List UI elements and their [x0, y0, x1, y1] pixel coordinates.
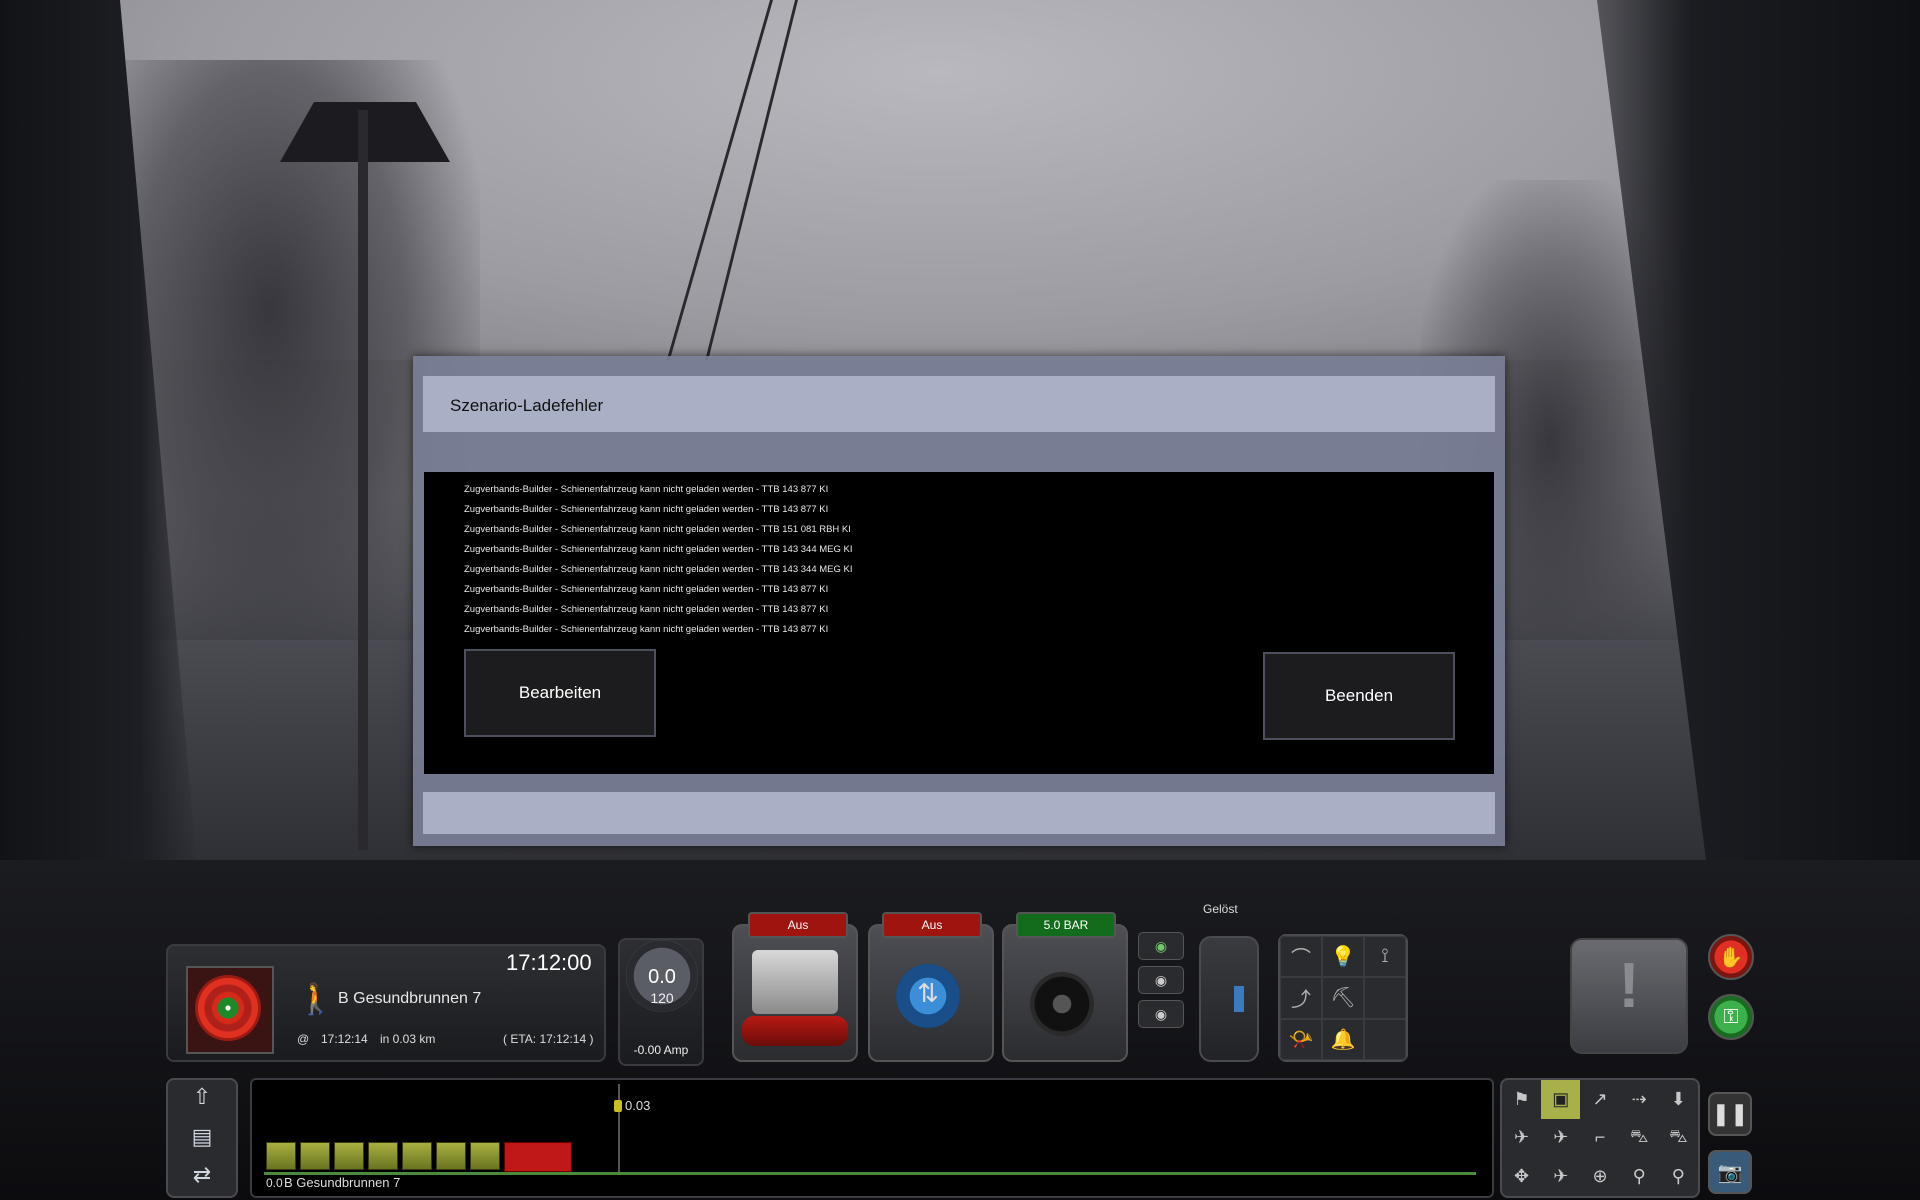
- map-pin-alt-icon[interactable]: ⚲: [1659, 1157, 1698, 1196]
- light-icon[interactable]: 💡: [1322, 936, 1364, 978]
- clock: 17:12:00: [506, 950, 592, 975]
- cab-controls-grid: ⌒ 💡 ⟟ ⤴ ⛏ 📯 🔔: [1278, 934, 1408, 1062]
- helicopter-1-icon[interactable]: ✈: [1502, 1119, 1541, 1158]
- camera-cab-icon[interactable]: ◉: [1138, 932, 1184, 960]
- next-stop-time: 17:12:14: [321, 1032, 368, 1046]
- error-line: Zugverbands-Builder - Schienenfahrzeug k…: [464, 504, 829, 515]
- error-line: Zugverbands-Builder - Schienenfahrzeug k…: [464, 484, 829, 495]
- pantograph-icon[interactable]: ⟟: [1364, 936, 1406, 978]
- cab-view-icon[interactable]: ▣: [1541, 1080, 1581, 1119]
- down-arrow-icon[interactable]: ⬇: [1659, 1080, 1698, 1119]
- upload-icon[interactable]: ⇧: [180, 1082, 224, 1112]
- throttle-level-bar: [742, 1016, 848, 1046]
- signal-aspect-icon: [195, 975, 261, 1041]
- pause-icon[interactable]: ❚❚: [1708, 1092, 1752, 1136]
- amp-readout: -0.00 Amp: [633, 1043, 689, 1057]
- empty-slot: [1364, 977, 1406, 1019]
- seat-icon[interactable]: ⌐: [1580, 1119, 1619, 1158]
- train-car: [436, 1142, 466, 1170]
- signal-marker-icon: [614, 1100, 622, 1112]
- sander-icon[interactable]: ⤴: [1280, 977, 1322, 1019]
- save-icon[interactable]: ▤: [180, 1122, 224, 1152]
- train-car: [368, 1142, 398, 1170]
- error-line: Zugverbands-Builder - Schienenfahrzeug k…: [464, 624, 829, 635]
- error-line: Zugverbands-Builder - Schienenfahrzeug k…: [464, 524, 851, 535]
- error-line: Zugverbands-Builder - Schienenfahrzeug k…: [464, 604, 829, 615]
- eta-label: ( ETA: 17:12:14 ): [503, 1032, 594, 1046]
- error-line: Zugverbands-Builder - Schienenfahrzeug k…: [464, 584, 829, 595]
- brake-knob[interactable]: [1030, 972, 1094, 1036]
- throttle-status: Aus: [748, 912, 848, 938]
- signal-marker-distance: 0.03: [625, 1098, 651, 1113]
- reverser-status: Aus: [882, 912, 982, 938]
- train-car: [300, 1142, 330, 1170]
- track-line: [264, 1172, 1476, 1175]
- bell-icon[interactable]: 🔔: [1322, 1018, 1364, 1060]
- head-out-icon[interactable]: ↗: [1580, 1080, 1619, 1119]
- map-pin-icon[interactable]: ⚲: [1620, 1157, 1659, 1196]
- train-car: [334, 1142, 364, 1170]
- track-start-value: 0.0: [266, 1176, 283, 1190]
- signal-marker-line: [618, 1084, 620, 1174]
- error-list: Zugverbands-Builder - Schienenfahrzeug k…: [464, 480, 853, 640]
- brake-indicator: [1199, 936, 1259, 1062]
- wiper-icon[interactable]: ⌒: [1280, 936, 1322, 978]
- brake-indicator-bar: [1234, 986, 1244, 1012]
- camera-icon[interactable]: 📷: [1708, 1150, 1752, 1194]
- plane-icon[interactable]: ✈: [1541, 1157, 1580, 1196]
- train-car: [470, 1142, 500, 1170]
- arrows-updown-icon: ⇅: [917, 978, 939, 1008]
- shovel-icon[interactable]: ⛏: [1322, 977, 1364, 1019]
- camera-free-icon[interactable]: ◉: [1138, 1000, 1184, 1028]
- car-view-alt-icon[interactable]: ⛍: [1659, 1119, 1698, 1158]
- brake-pressure: 5.0 BAR: [1016, 912, 1116, 938]
- edit-button[interactable]: Bearbeiten: [464, 649, 656, 737]
- scenario-load-error-dialog: Szenario-Ladefehler Zugverbands-Builder …: [413, 356, 1505, 846]
- freecam-icon[interactable]: ✥: [1502, 1157, 1541, 1196]
- exclamation-icon: !: [1618, 949, 1640, 1021]
- globe-icon[interactable]: ⊕: [1580, 1157, 1619, 1196]
- walk-icon: 🚶: [297, 983, 335, 1016]
- camera-external-icon[interactable]: ◉: [1138, 966, 1184, 994]
- lamp-pole: [358, 110, 368, 850]
- helicopter-2-icon[interactable]: ✈: [1541, 1119, 1580, 1158]
- next-stop-name: B Gesundbrunnen 7: [338, 990, 482, 1007]
- dialog-title: Szenario-Ladefehler: [450, 396, 604, 415]
- train-car: [266, 1142, 296, 1170]
- car-view-icon[interactable]: ⛍: [1620, 1119, 1659, 1158]
- error-line: Zugverbands-Builder - Schienenfahrzeug k…: [464, 564, 853, 575]
- speed-value: 0.0: [648, 966, 676, 988]
- error-line: Zugverbands-Builder - Schienenfahrzeug k…: [464, 544, 853, 555]
- quit-button[interactable]: Beenden: [1263, 652, 1455, 740]
- speed-limit: 120: [650, 990, 674, 1006]
- empty-slot: [1364, 1018, 1406, 1060]
- hand-stop-icon[interactable]: ✋: [1708, 934, 1754, 980]
- dialog-footer-bar: [423, 792, 1495, 834]
- track-station-label: B Gesundbrunnen 7: [284, 1175, 401, 1190]
- passenger-view-icon[interactable]: ⇢: [1620, 1080, 1659, 1119]
- coupling-icon[interactable]: ⇄: [180, 1160, 224, 1190]
- track-monitor: [250, 1078, 1494, 1198]
- train-car: [402, 1142, 432, 1170]
- key-icon[interactable]: ⚿: [1708, 994, 1754, 1040]
- dialog-body: Zugverbands-Builder - Schienenfahrzeug k…: [424, 472, 1494, 774]
- throttle-handle[interactable]: [752, 950, 838, 1014]
- locomotive: [504, 1142, 572, 1172]
- brake-status-label: Gelöst: [1203, 902, 1238, 916]
- at-label: @: [297, 1032, 310, 1046]
- next-stop-distance: in 0.03 km: [380, 1032, 436, 1046]
- camera-mode-grid: ⚑ ▣ ↗ ⇢ ⬇ ✈ ✈ ⌐ ⛍ ⛍ ✥ ✈ ⊕ ⚲ ⚲: [1500, 1078, 1700, 1198]
- signal-icon[interactable]: ⚑: [1502, 1080, 1541, 1119]
- horn-icon[interactable]: 📯: [1280, 1018, 1322, 1060]
